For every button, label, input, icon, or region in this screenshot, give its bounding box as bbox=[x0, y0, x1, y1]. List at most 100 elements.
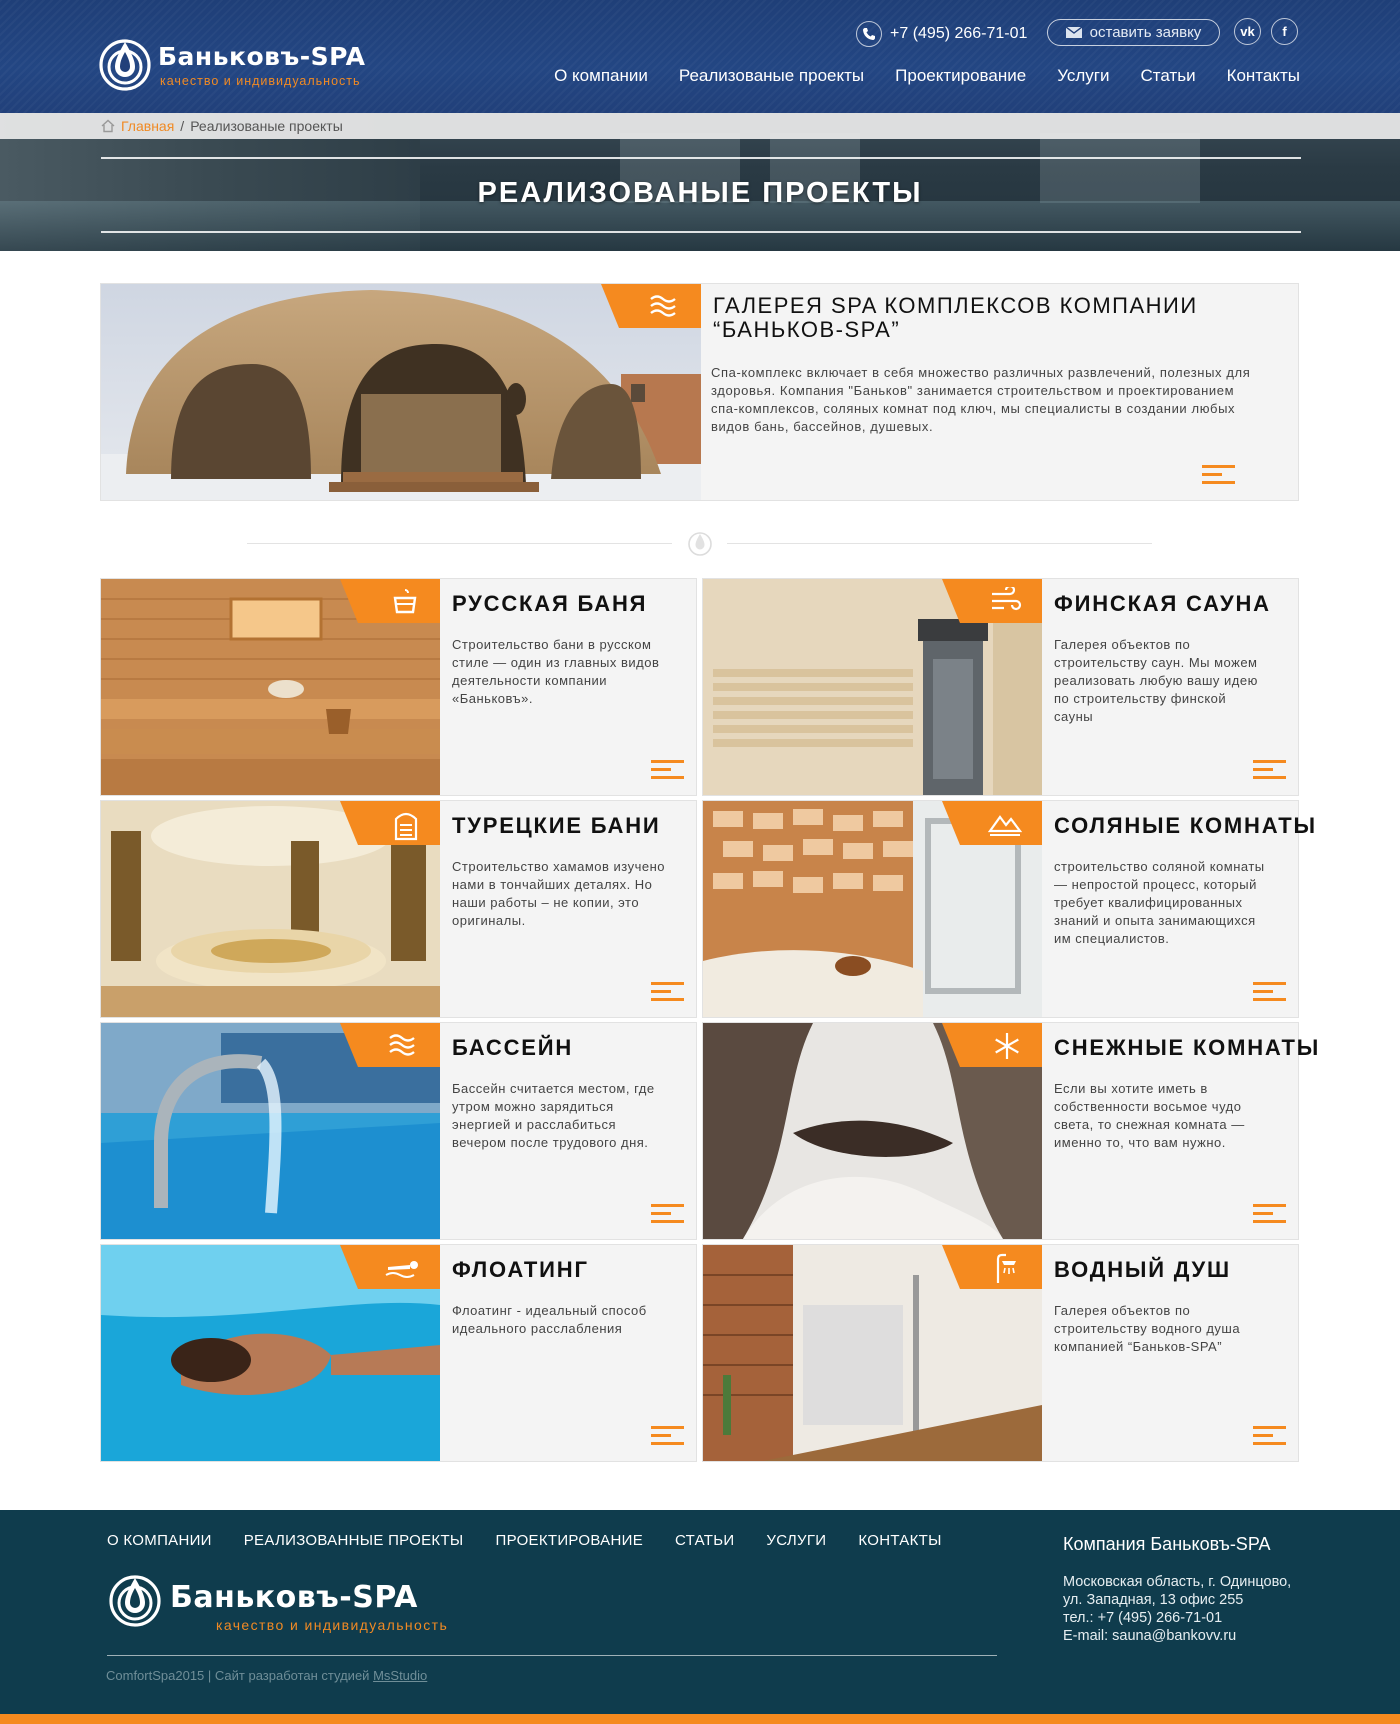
copyright-text: ComfortSpa2015 | Сайт разработан студией bbox=[106, 1668, 370, 1683]
footer-brand-name: Баньковъ-SPA bbox=[170, 1580, 418, 1615]
footer-nav: О КОМПАНИИ РЕАЛИЗОВАННЫЕ ПРОЕКТЫ ПРОЕКТИ… bbox=[107, 1532, 974, 1549]
address-line-1: Московская область, г. Одинцово, bbox=[1063, 1574, 1292, 1590]
card-title[interactable]: ВОДНЫЙ ДУШ bbox=[1054, 1257, 1231, 1283]
main-nav: О компании Реализованые проекты Проектир… bbox=[523, 66, 1300, 86]
card-more-icon[interactable] bbox=[1253, 1426, 1286, 1446]
brand-name: Баньковъ-SPA bbox=[158, 42, 366, 71]
section-divider bbox=[247, 532, 1152, 556]
project-card[interactable]: БАССЕЙН Бассейн считается местом, где ут… bbox=[100, 1022, 697, 1240]
breadcrumb: Главная / Реализованые проекты bbox=[101, 118, 343, 134]
card-more-icon[interactable] bbox=[1253, 982, 1286, 1002]
hero-bottom-line bbox=[101, 231, 1301, 233]
project-card[interactable]: РУССКАЯ БАНЯ Строительство бани в русско… bbox=[100, 578, 697, 796]
card-description: Бассейн считается местом, где утром можн… bbox=[452, 1081, 655, 1150]
card-title[interactable]: ФЛОАТИНГ bbox=[452, 1257, 589, 1283]
vk-icon[interactable]: vk bbox=[1234, 18, 1261, 45]
water-drop-icon bbox=[688, 532, 712, 556]
card-more-icon[interactable] bbox=[651, 982, 684, 1002]
breadcrumb-home-link[interactable]: Главная bbox=[121, 118, 174, 134]
project-card[interactable]: ФЛОАТИНГ Флоатинг - идеальный способ иде… bbox=[100, 1244, 697, 1462]
card-more-icon[interactable] bbox=[1253, 760, 1286, 780]
request-callback-button[interactable]: оставить заявку bbox=[1047, 19, 1220, 46]
footer-contacts: Московская область, г. Одинцово, ул. Зап… bbox=[1063, 1573, 1291, 1645]
address-line-2: ул. Западная, 13 офис 255 bbox=[1063, 1592, 1244, 1608]
header-phone[interactable]: +7 (495) 266-71-01 bbox=[856, 20, 1027, 48]
footer-company-name: Компания Баньковъ-SPA bbox=[1063, 1534, 1271, 1554]
nav-contacts[interactable]: Контакты bbox=[1227, 66, 1300, 86]
card-more-icon[interactable] bbox=[1253, 1204, 1286, 1224]
card-description: Флоатинг - идеальный способ идеального р… bbox=[452, 1303, 647, 1336]
nav-articles[interactable]: Статьи bbox=[1140, 66, 1195, 86]
water-drop-logo-icon bbox=[99, 39, 151, 91]
envelope-icon bbox=[1065, 27, 1082, 38]
featured-description: Спа-комплекс включает в себя множество р… bbox=[711, 365, 1251, 434]
project-card[interactable]: ВОДНЫЙ ДУШ Галерея объектов по строитель… bbox=[702, 1244, 1299, 1462]
card-more-icon[interactable] bbox=[651, 1426, 684, 1446]
footer-email[interactable]: E-mail: sauna@bankovv.ru bbox=[1063, 1627, 1291, 1645]
phone-number: +7 (495) 266-71-01 bbox=[890, 25, 1028, 42]
footer-copyright: ComfortSpa2015 | Сайт разработан студией… bbox=[106, 1668, 427, 1683]
hero-top-line bbox=[101, 157, 1301, 159]
footer-logo[interactable]: Баньковъ-SPA качество и индивидуальность bbox=[106, 1570, 506, 1634]
card-description: Строительство бани в русском стиле — оди… bbox=[452, 637, 660, 706]
request-button-label: оставить заявку bbox=[1089, 24, 1202, 41]
card-title[interactable]: СНЕЖНЫЕ КОМНАТЫ bbox=[1054, 1035, 1320, 1061]
footer-nav-about[interactable]: О КОМПАНИИ bbox=[107, 1532, 212, 1549]
footer-divider bbox=[107, 1655, 997, 1656]
nav-projects[interactable]: Реализованые проекты bbox=[679, 66, 864, 86]
mountains-icon bbox=[988, 815, 1022, 836]
page-title: РЕАЛИЗОВАНЫЕ ПРОЕКТЫ bbox=[477, 177, 923, 209]
featured-text-area: ГАЛЕРЕЯ SPA КОМПЛЕКСОВ КОМПАНИИ “БАНЬКОВ… bbox=[701, 284, 1298, 500]
home-icon bbox=[101, 119, 115, 133]
brand-tagline: качество и индивидуальность bbox=[160, 74, 361, 88]
card-title[interactable]: ТУРЕЦКИЕ БАНИ bbox=[452, 813, 661, 839]
footer-nav-articles[interactable]: СТАТЬИ bbox=[675, 1532, 734, 1549]
floating-icon bbox=[385, 1261, 418, 1278]
nav-about[interactable]: О компании bbox=[554, 66, 648, 86]
nav-design[interactable]: Проектирование bbox=[895, 66, 1026, 86]
breadcrumb-separator: / bbox=[180, 118, 185, 134]
featured-more-icon[interactable] bbox=[1202, 465, 1235, 485]
project-card[interactable]: ТУРЕЦКИЕ БАНИ Строительство хамамов изуч… bbox=[100, 800, 697, 1018]
bucket-icon bbox=[393, 589, 417, 614]
site-header: Баньковъ-SPA качество и индивидуальность… bbox=[0, 0, 1400, 113]
card-description: Строительство хамамов изучено нами в тон… bbox=[452, 859, 666, 928]
snowflake-icon bbox=[995, 1033, 1019, 1059]
nav-services[interactable]: Услуги bbox=[1057, 66, 1109, 86]
card-description: Галерея объектов по строительству саун. … bbox=[1054, 637, 1258, 724]
footer-nav-contacts[interactable]: КОНТАКТЫ bbox=[858, 1532, 941, 1549]
hero-banner: Главная / Реализованые проекты РЕАЛИЗОВА… bbox=[0, 113, 1400, 251]
card-title[interactable]: СОЛЯНЫЕ КОМНАТЫ bbox=[1054, 813, 1317, 839]
card-description: строительство соляной комнаты — непросто… bbox=[1054, 859, 1265, 946]
footer-brand-tagline: качество и индивидуальность bbox=[216, 1617, 449, 1633]
water-icon bbox=[389, 1034, 415, 1056]
hamam-icon bbox=[394, 812, 418, 841]
project-card[interactable]: СНЕЖНЫЕ КОМНАТЫ Если вы хотите иметь в с… bbox=[702, 1022, 1318, 1240]
water-drop-logo-icon bbox=[109, 1575, 161, 1627]
footer-nav-services[interactable]: УСЛУГИ bbox=[766, 1532, 826, 1549]
featured-title[interactable]: ГАЛЕРЕЯ SPA КОМПЛЕКСОВ КОМПАНИИ “БАНЬКОВ… bbox=[713, 294, 1273, 342]
card-title[interactable]: РУССКАЯ БАНЯ bbox=[452, 591, 647, 617]
project-card[interactable]: СОЛЯНЫЕ КОМНАТЫ строительство соляной ко… bbox=[702, 800, 1315, 1018]
card-more-icon[interactable] bbox=[651, 1204, 684, 1224]
featured-photo[interactable] bbox=[101, 284, 701, 500]
card-more-icon[interactable] bbox=[651, 760, 684, 780]
facebook-icon[interactable]: f bbox=[1271, 18, 1298, 45]
phone-icon bbox=[856, 21, 882, 47]
site-footer: О КОМПАНИИ РЕАЛИЗОВАННЫЕ ПРОЕКТЫ ПРОЕКТИ… bbox=[0, 1510, 1400, 1714]
shower-icon bbox=[996, 1253, 1016, 1283]
project-card[interactable]: ФИНСКАЯ САУНА Галерея объектов по строит… bbox=[702, 578, 1299, 796]
header-logo[interactable]: Баньковъ-SPA качество и индивидуальность bbox=[96, 34, 416, 92]
footer-nav-projects[interactable]: РЕАЛИЗОВАННЫЕ ПРОЕКТЫ bbox=[244, 1532, 464, 1549]
studio-link[interactable]: MsStudio bbox=[373, 1668, 427, 1683]
footer-nav-design[interactable]: ПРОЕКТИРОВАНИЕ bbox=[496, 1532, 643, 1549]
card-description: Галерея объектов по строительству водног… bbox=[1054, 1303, 1241, 1354]
steam-icon bbox=[992, 587, 1022, 611]
footer-phone[interactable]: тел.: +7 (495) 266-71-01 bbox=[1063, 1609, 1291, 1627]
footer-accent-bar bbox=[0, 1714, 1400, 1724]
featured-gallery-card[interactable]: ГАЛЕРЕЯ SPA КОМПЛЕКСОВ КОМПАНИИ “БАНЬКОВ… bbox=[100, 283, 1299, 501]
card-title[interactable]: ФИНСКАЯ САУНА bbox=[1054, 591, 1271, 617]
card-description: Если вы хотите иметь в собственности вос… bbox=[1054, 1081, 1245, 1150]
breadcrumb-current: Реализованые проекты bbox=[190, 118, 343, 134]
card-title[interactable]: БАССЕЙН bbox=[452, 1035, 573, 1061]
